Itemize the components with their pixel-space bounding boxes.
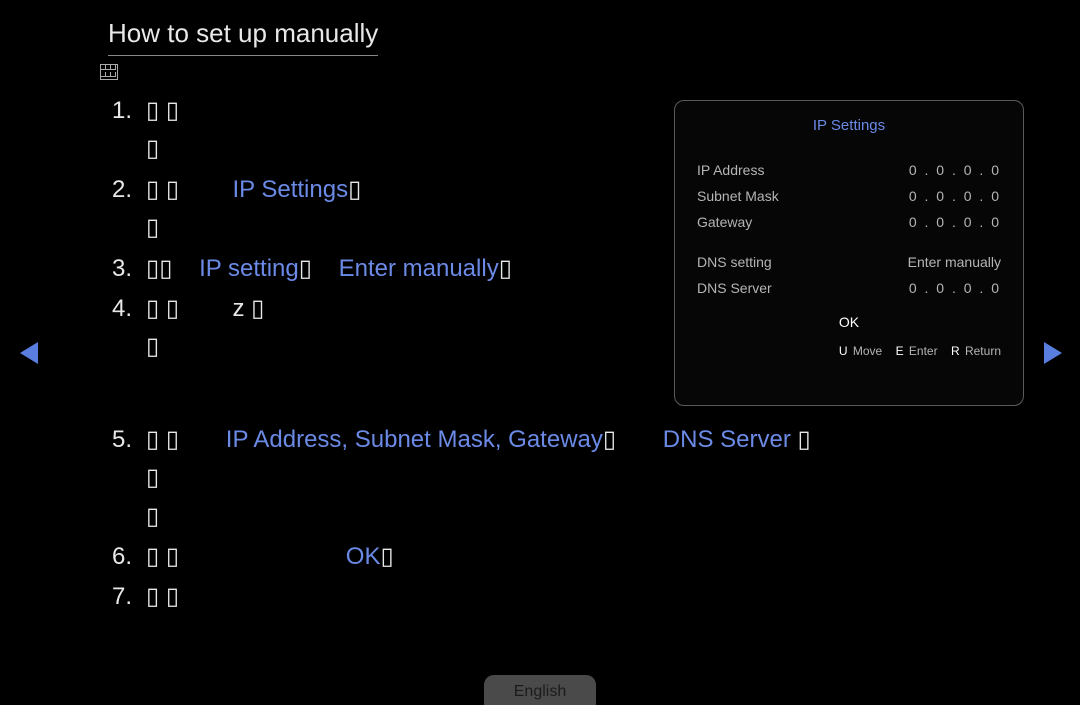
panel-title: IP Settings (697, 117, 1001, 134)
language-button[interactable]: English (484, 675, 596, 705)
step-number: 5. (112, 421, 146, 536)
highlight-ip-setting: IP setting (199, 255, 299, 282)
highlight-ip-settings: IP Settings (232, 176, 348, 203)
step-text: z ▯ (232, 295, 264, 322)
step-number: 1. (112, 92, 146, 169)
network-icon (100, 64, 118, 80)
row-value: 0 . 0 . 0 . 0 (909, 188, 1001, 204)
step-text: ▯ ▯ (146, 97, 179, 124)
step-number: 4. (112, 290, 146, 367)
step-7: 7. ▯ ▯ (112, 578, 1022, 616)
row-value: Enter manually (908, 254, 1001, 270)
ok-button[interactable]: OK (697, 314, 1001, 330)
step-text: ▯ (146, 214, 159, 241)
step-number: 7. (112, 578, 146, 616)
step-text: ▯ (146, 135, 159, 162)
highlight-dns-server: DNS Server (663, 426, 791, 453)
step-text: ▯ (791, 426, 811, 453)
step-number: 6. (112, 538, 146, 576)
row-value: 0 . 0 . 0 . 0 (909, 162, 1001, 178)
step-text: ▯ (146, 333, 159, 360)
page-title: How to set up manually (108, 18, 378, 56)
hint-key: E (896, 344, 904, 358)
step-number: 2. (112, 171, 146, 248)
row-label: DNS setting (697, 254, 772, 270)
step-text: ▯ (348, 176, 361, 203)
step-text: ▯ (380, 543, 393, 570)
step-text: ▯ ▯ (146, 295, 179, 322)
row-ip-address[interactable]: IP Address 0 . 0 . 0 . 0 (697, 162, 1001, 178)
row-label: Gateway (697, 214, 752, 230)
row-dns-server[interactable]: DNS Server 0 . 0 . 0 . 0 (697, 280, 1001, 296)
row-dns-setting[interactable]: DNS setting Enter manually (697, 254, 1001, 270)
hint-label: Enter (909, 344, 938, 358)
prev-page-arrow[interactable] (20, 342, 38, 364)
row-gateway[interactable]: Gateway 0 . 0 . 0 . 0 (697, 214, 1001, 230)
step-text: ▯ (146, 503, 159, 530)
highlight-enter-manually: Enter manually (339, 255, 499, 282)
row-label: DNS Server (697, 280, 772, 296)
step-text: ▯ (603, 426, 616, 453)
hint-key: R (951, 344, 960, 358)
row-value: 0 . 0 . 0 . 0 (909, 214, 1001, 230)
step-text: ▯ (299, 255, 312, 282)
step-text: ▯ ▯ (146, 583, 179, 610)
hint-key: U (839, 344, 848, 358)
step-number: 3. (112, 250, 146, 288)
next-page-arrow[interactable] (1044, 342, 1062, 364)
hint-label: Move (853, 344, 882, 358)
step-text: ▯ ▯ (146, 176, 179, 203)
step-5: 5. ▯ ▯ IP Address, Subnet Mask, Gateway▯… (112, 421, 1022, 536)
step-text: ▯▯ (146, 255, 172, 282)
row-subnet-mask[interactable]: Subnet Mask 0 . 0 . 0 . 0 (697, 188, 1001, 204)
hint-label: Return (965, 344, 1001, 358)
row-value: 0 . 0 . 0 . 0 (909, 280, 1001, 296)
step-6: 6. ▯ ▯ OK▯ (112, 538, 1022, 576)
row-label: Subnet Mask (697, 188, 779, 204)
panel-footer-hints: U Move E Enter R Return (697, 344, 1001, 358)
step-text: ▯ ▯ (146, 426, 179, 453)
step-text: ▯ (146, 464, 159, 491)
step-text: ▯ ▯ (146, 543, 179, 570)
highlight-fields: IP Address, Subnet Mask, Gateway (226, 426, 603, 453)
step-text: ▯ (499, 255, 512, 282)
highlight-ok: OK (346, 543, 381, 570)
row-label: IP Address (697, 162, 764, 178)
ip-settings-panel: IP Settings IP Address 0 . 0 . 0 . 0 Sub… (674, 100, 1024, 406)
